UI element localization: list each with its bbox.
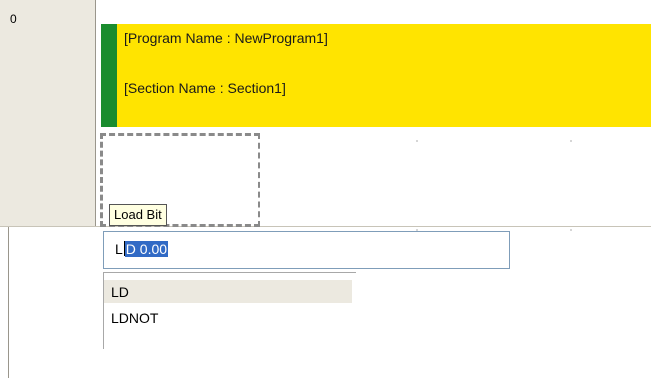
section-name-text: [Section Name : Section1] bbox=[124, 80, 286, 96]
program-name-text: [Program Name : NewProgram1] bbox=[124, 30, 328, 46]
rung-number: 0 bbox=[10, 12, 17, 26]
rung-divider bbox=[0, 226, 651, 227]
input-text-prefix: L bbox=[115, 241, 123, 257]
left-power-rail bbox=[8, 227, 9, 378]
gutter-divider bbox=[95, 0, 96, 227]
rung-gutter bbox=[0, 0, 96, 227]
suggestion-highlight bbox=[104, 280, 352, 303]
suggestion-item-ld[interactable]: LD bbox=[111, 284, 129, 300]
suggestion-item-ldnot[interactable]: LDNOT bbox=[111, 310, 158, 326]
input-selected-text: D 0.00 bbox=[124, 241, 169, 257]
instruction-input[interactable]: LD 0.00 bbox=[103, 231, 510, 269]
grid-dot bbox=[570, 140, 572, 142]
grid-dot bbox=[570, 229, 572, 231]
instruction-tooltip: Load Bit bbox=[109, 204, 167, 226]
comment-marker-bar bbox=[101, 24, 117, 127]
grid-dot bbox=[416, 140, 418, 142]
